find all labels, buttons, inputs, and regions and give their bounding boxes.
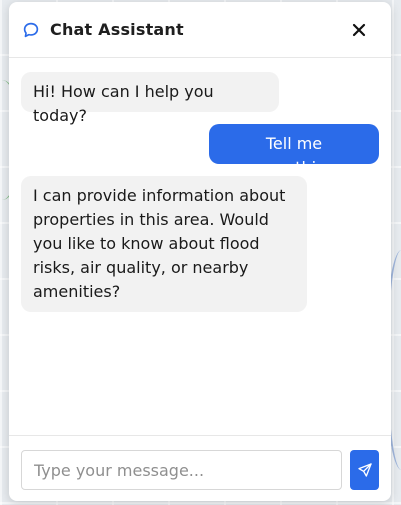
message-composer bbox=[9, 435, 391, 501]
send-button[interactable] bbox=[350, 450, 379, 490]
send-icon bbox=[357, 463, 372, 477]
assistant-message-line-3: you like to know about flood bbox=[33, 234, 260, 253]
assistant-message-line-5: amenities? bbox=[33, 282, 121, 301]
chat-title: Chat Assistant bbox=[50, 20, 184, 39]
assistant-message-line-1: I can provide information about bbox=[33, 186, 286, 205]
message-list: Hi! How can I help you today? Tell me so… bbox=[9, 58, 391, 434]
user-message-text: Tell me something bbox=[251, 134, 337, 177]
user-message: Tell me something bbox=[209, 124, 379, 177]
chat-header: Chat Assistant bbox=[9, 2, 391, 58]
assistant-message-line-4: risks, air quality, or nearby bbox=[33, 258, 249, 277]
assistant-message: I can provide information about properti… bbox=[21, 176, 307, 312]
chat-panel: Chat Assistant Hi! How can I help you to… bbox=[9, 2, 391, 501]
message-input[interactable] bbox=[21, 450, 342, 490]
chat-bubble-icon bbox=[22, 21, 40, 39]
close-button[interactable] bbox=[349, 20, 369, 40]
assistant-message-text: Hi! How can I help you today? bbox=[33, 82, 214, 125]
assistant-message: Hi! How can I help you today? bbox=[21, 72, 279, 125]
assistant-message-line-2: properties in this area. Would bbox=[33, 210, 269, 229]
close-icon bbox=[352, 23, 366, 36]
